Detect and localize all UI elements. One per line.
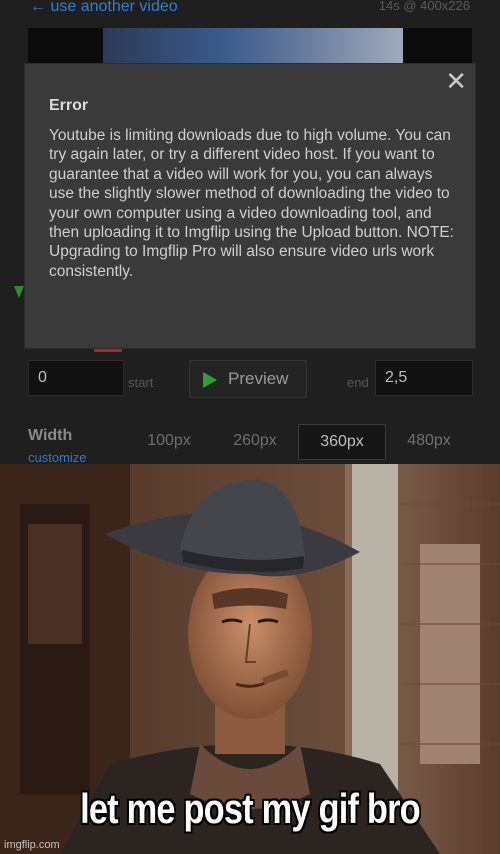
video-meta: 14s @ 400x226 [378, 0, 470, 13]
width-label: Width [28, 427, 73, 444]
width-option-480[interactable]: 480px [394, 424, 464, 460]
start-time-input[interactable]: 0 [28, 360, 124, 396]
close-icon[interactable]: ✕ [445, 66, 467, 97]
imgflip-watermark: imgflip.com [4, 839, 60, 851]
error-modal: ✕ Error Youtube is limiting downloads du… [25, 64, 475, 348]
meme-caption: let me post my gif bro [80, 785, 421, 832]
start-marker-icon[interactable] [14, 286, 24, 298]
video-preview [28, 28, 472, 68]
modal-title: Error [49, 97, 89, 114]
modal-message: Youtube is limiting downloads due to hig… [49, 127, 454, 280]
preview-button[interactable]: Preview [189, 360, 307, 398]
preview-label: Preview [228, 369, 289, 388]
video-frame [103, 28, 403, 68]
end-time-input[interactable]: 2,5 [375, 360, 473, 396]
use-another-video-link[interactable]: ← use another video [30, 0, 178, 16]
gif-editor-panel: ← use another video 14s @ 400x226 0 star… [0, 0, 500, 464]
customize-link[interactable]: customize [28, 450, 87, 464]
start-label: start [128, 375, 154, 390]
end-label: end [347, 375, 369, 390]
width-option-260[interactable]: 260px [220, 424, 290, 460]
width-option-100[interactable]: 100px [134, 424, 204, 460]
width-option-360[interactable]: 360px [298, 424, 386, 460]
play-icon [203, 372, 217, 388]
